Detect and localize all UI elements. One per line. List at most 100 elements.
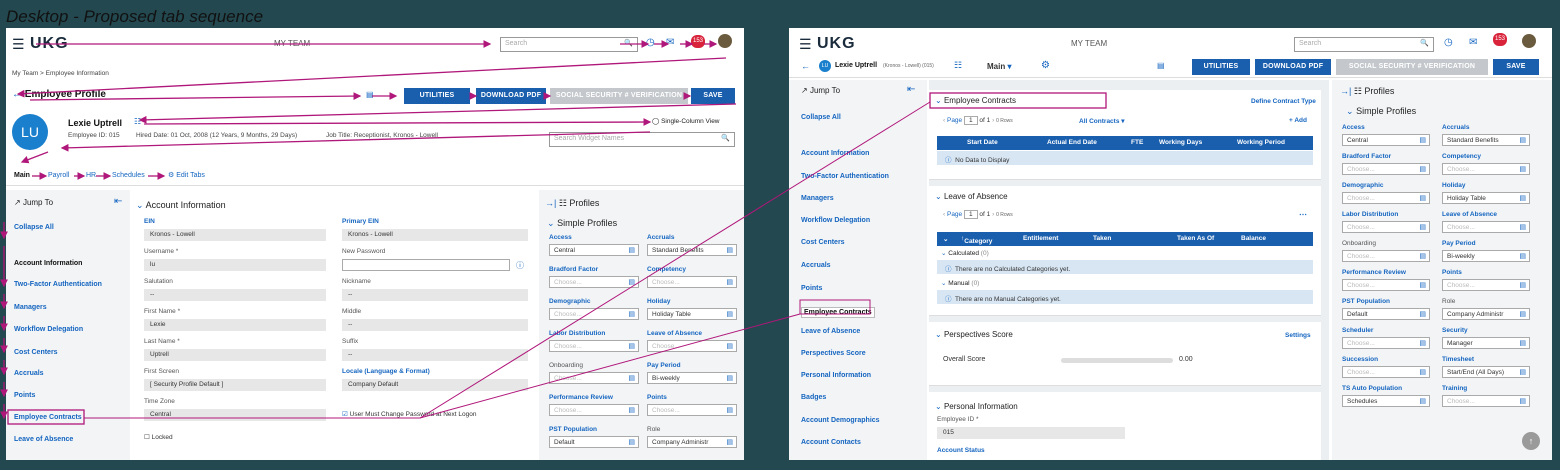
sidebar-item[interactable]: Personal Information xyxy=(801,372,871,379)
username-field[interactable]: lu xyxy=(144,259,326,271)
sidebar-item[interactable]: Account Demographics xyxy=(801,417,880,424)
sidebar-item-collapse-all[interactable]: Collapse All xyxy=(14,224,54,231)
org-chart-icon[interactable]: ☷ xyxy=(134,117,141,126)
lookup-icon[interactable]: ▤ xyxy=(1419,252,1426,260)
profile-select[interactable]: Holiday Table ▤ xyxy=(647,308,737,320)
clock-icon[interactable]: ◷ xyxy=(1444,37,1453,48)
sidebar-item[interactable]: Managers xyxy=(801,195,834,202)
simple-profiles-title[interactable]: ⌄ Simple Profiles xyxy=(547,218,617,229)
profile-select[interactable]: Choose... ▤ xyxy=(647,276,737,288)
lookup-icon[interactable]: ▤ xyxy=(1519,310,1526,318)
panel-title[interactable]: ⌄ Account Information xyxy=(136,200,226,211)
search-input[interactable]: Search 🔍 xyxy=(500,37,638,52)
must-change-password-checkbox[interactable]: ☑ User Must Change Password at Next Logo… xyxy=(342,410,476,418)
profile-select[interactable]: Standard Benefits ▤ xyxy=(1442,134,1530,146)
lookup-icon[interactable]: ▤ xyxy=(628,342,635,350)
user-avatar[interactable] xyxy=(718,34,732,48)
profile-select[interactable]: Standard Benefits ▤ xyxy=(647,244,737,256)
sidebar-item[interactable]: Perspectives Score xyxy=(801,350,866,357)
calculated-group[interactable]: ⌄ Calculated (0) xyxy=(941,249,989,257)
profile-select[interactable]: Default ▤ xyxy=(549,436,639,448)
lookup-icon[interactable]: ▤ xyxy=(1419,281,1426,289)
locked-checkbox[interactable]: ☐ Locked xyxy=(144,433,173,441)
utilities-button[interactable]: UTILITIES xyxy=(1192,59,1250,75)
lookup-icon[interactable]: ▤ xyxy=(1519,194,1526,202)
salutation-field[interactable]: -- xyxy=(144,289,326,301)
profile-select[interactable]: Manager ▤ xyxy=(1442,337,1530,349)
lookup-icon[interactable]: ▤ xyxy=(1419,136,1426,144)
card-title[interactable]: ⌄ Employee Contracts xyxy=(935,96,1016,105)
profile-select[interactable]: Choose... ▤ xyxy=(549,340,639,352)
sidebar-item[interactable]: Account Information xyxy=(801,150,869,157)
lookup-icon[interactable]: ▤ xyxy=(726,342,733,350)
lookup-icon[interactable]: ▤ xyxy=(1519,165,1526,173)
lookup-icon[interactable]: ▤ xyxy=(1419,165,1426,173)
lookup-icon[interactable]: ▤ xyxy=(1519,252,1526,260)
middle-field[interactable]: -- xyxy=(342,319,528,331)
column-header[interactable]: Taken xyxy=(1093,235,1111,242)
sidebar-item-workflow-delegation[interactable]: Workflow Delegation xyxy=(14,326,83,333)
locale-field[interactable]: Company Default xyxy=(342,379,528,391)
sidebar-item-two-factor[interactable]: Two-Factor Authentication xyxy=(14,281,102,288)
save-button[interactable]: SAVE xyxy=(691,88,735,104)
profile-select[interactable]: Choose... ▤ xyxy=(549,372,639,384)
profile-select[interactable]: Choose... ▤ xyxy=(647,404,737,416)
column-header[interactable]: Working Days xyxy=(1159,139,1202,146)
user-avatar[interactable] xyxy=(1522,34,1536,48)
profile-select[interactable]: Choose... ▤ xyxy=(1442,395,1530,407)
ssn-verification-button[interactable]: SOCIAL SECURITY # VERIFICATION xyxy=(550,88,688,104)
ssn-verification-button[interactable]: SOCIAL SECURITY # VERIFICATION xyxy=(1336,59,1488,75)
tab-main-dropdown[interactable]: Main ▾ xyxy=(987,62,1011,71)
profile-select[interactable]: Choose... ▤ xyxy=(1342,279,1430,291)
profile-select[interactable]: Choose... ▤ xyxy=(647,340,737,352)
page-number-input[interactable]: 1 xyxy=(963,116,978,125)
gear-icon[interactable]: ⚙ xyxy=(1041,60,1050,71)
sidebar-item-cost-centers[interactable]: Cost Centers xyxy=(14,349,58,356)
profile-select[interactable]: Default ▤ xyxy=(1342,308,1430,320)
lookup-icon[interactable]: ▤ xyxy=(726,406,733,414)
lookup-icon[interactable]: ▤ xyxy=(628,278,635,286)
back-arrow-icon[interactable]: ← xyxy=(12,89,22,100)
lookup-icon[interactable]: ▤ xyxy=(1419,194,1426,202)
card-title[interactable]: ⌄ Personal Information xyxy=(935,402,1018,411)
lookup-icon[interactable]: ▤ xyxy=(1519,368,1526,376)
profile-select[interactable]: Central ▤ xyxy=(549,244,639,256)
profile-select[interactable]: Choose... ▤ xyxy=(549,308,639,320)
lookup-icon[interactable]: ▤ xyxy=(1419,397,1426,405)
sidebar-item[interactable]: Leave of Absence xyxy=(801,328,860,335)
column-header[interactable]: Actual End Date xyxy=(1047,139,1097,146)
profile-select[interactable]: Company Administr ▤ xyxy=(647,436,737,448)
profile-select[interactable]: Choose... ▤ xyxy=(1342,192,1430,204)
download-pdf-button[interactable]: DOWNLOAD PDF xyxy=(476,88,546,104)
lookup-icon[interactable]: ▤ xyxy=(726,246,733,254)
first-name-field[interactable]: Lexie xyxy=(144,319,326,331)
column-header[interactable]: Balance xyxy=(1241,235,1266,242)
employee-id-field[interactable]: 015 xyxy=(937,427,1125,439)
lookup-icon[interactable]: ▤ xyxy=(1419,339,1426,347)
define-contract-type-link[interactable]: Define Contract Type xyxy=(1251,98,1316,105)
sidebar-item[interactable]: Badges xyxy=(801,394,826,401)
lookup-icon[interactable]: ▤ xyxy=(1519,281,1526,289)
tab-schedules[interactable]: Schedules xyxy=(112,172,145,179)
back-arrow-icon[interactable]: ← xyxy=(801,61,810,71)
profile-select[interactable]: Choose... ▤ xyxy=(549,404,639,416)
page-number-input[interactable]: 1 xyxy=(963,210,978,219)
more-options-icon[interactable]: ⋯ xyxy=(1299,210,1307,219)
lookup-icon[interactable]: ▤ xyxy=(1419,368,1426,376)
column-header[interactable]: Working Period xyxy=(1237,139,1285,146)
lookup-icon[interactable]: ▤ xyxy=(628,438,635,446)
lookup-icon[interactable]: ▤ xyxy=(726,438,733,446)
profile-select[interactable]: Choose... ▤ xyxy=(1342,337,1430,349)
time-zone-field[interactable]: Central xyxy=(144,409,326,421)
lookup-icon[interactable]: ▤ xyxy=(726,374,733,382)
lookup-icon[interactable]: ▤ xyxy=(1419,223,1426,231)
nickname-field[interactable]: -- xyxy=(342,289,528,301)
column-header[interactable]: Taken As Of xyxy=(1177,235,1214,242)
scroll-to-top-button[interactable]: ↑ xyxy=(1522,432,1540,450)
tab-hr[interactable]: HR xyxy=(86,172,96,179)
notification-badge[interactable]: 153 xyxy=(691,35,705,48)
add-contract-button[interactable]: + Add xyxy=(1289,117,1307,124)
profile-select[interactable]: Choose... ▤ xyxy=(1342,366,1430,378)
org-chart-icon[interactable]: ☷ xyxy=(954,60,962,71)
sidebar-item-points[interactable]: Points xyxy=(14,392,35,399)
